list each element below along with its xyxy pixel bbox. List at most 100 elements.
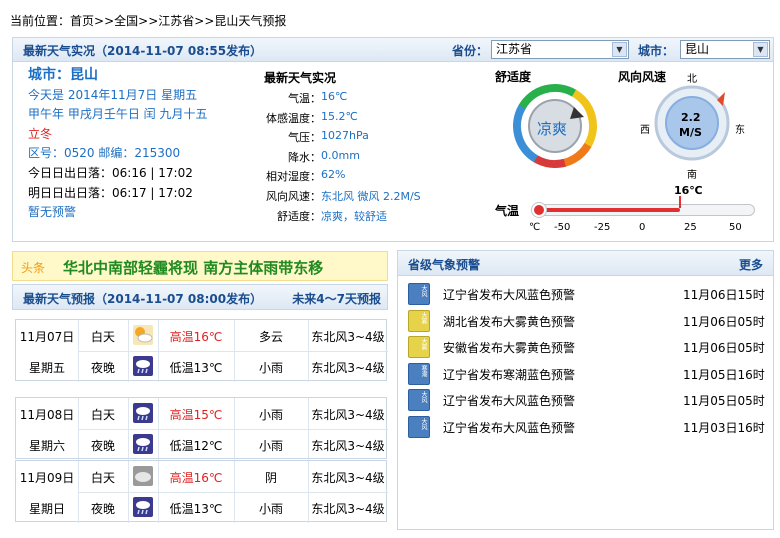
warning-icon-text: 大风 <box>420 285 427 297</box>
tomorrow-sunrise-sunset: 明日日出日落：06:17 | 17:02 <box>28 185 193 200</box>
obs-row: 气温： 16℃ <box>253 90 473 108</box>
warnings-panel: 省级气象预警 更多 大风 辽宁省发布大风蓝色预警 11月06日15时 大雾 湖北省发布大… <box>397 250 774 530</box>
warning-link[interactable]: 辽宁省发布寒潮蓝色预警 <box>443 366 575 383</box>
obs-row: 相对湿度： 62% <box>253 168 473 186</box>
forecast-period: 夜晚 <box>90 361 115 375</box>
rain-cloud-icon <box>133 403 153 423</box>
warning-item[interactable]: 大风 辽宁省发布大风蓝色预警 11月05日05时 <box>398 387 773 413</box>
sun-cloud-icon <box>133 325 153 345</box>
forecast-temp: 低温12℃ <box>169 439 223 453</box>
forecast-weekday: 星期五 <box>28 361 65 375</box>
forecast-temp: 高温16℃ <box>169 471 223 485</box>
forecast-more-link[interactable]: 未来4～7天预报 <box>292 290 381 307</box>
live-weather-panel: 最新天气实况（2014-11-07 08:55发布） 省份： 江苏省 ▼ 城市：… <box>12 37 774 242</box>
row-divider <box>78 429 388 430</box>
warnings-more-link[interactable]: 更多 <box>739 256 763 273</box>
warning-link[interactable]: 安徽省发布大雾黄色预警 <box>443 339 575 356</box>
forecast-date: 11月07日 <box>19 330 75 344</box>
chevron-down-icon: ▼ <box>612 42 627 57</box>
forecast-period: 白天 <box>90 471 115 485</box>
warning-icon-text: 寒潮 <box>420 364 427 377</box>
comfort-value: 凉爽 <box>537 120 568 138</box>
temperature-tick-label: -25 <box>594 222 611 233</box>
overcast-cloud-icon <box>133 466 153 486</box>
alert-status: 暂无预警 <box>28 205 77 220</box>
city-select[interactable]: 昆山 ▼ <box>680 40 770 59</box>
warning-item[interactable]: 大风 辽宁省发布大风蓝色预警 11月03日16时 <box>398 414 773 440</box>
warning-icon-text: 大雾 <box>420 311 427 324</box>
city-label: 城市： <box>638 44 675 58</box>
forecast-day: 11月09日 白天 高温16℃ 阴东北风3~4级 星期日 夜晚 低温13℃ 小雨 东北风3~4级 <box>15 460 388 523</box>
warning-icon-text: 大风 <box>420 391 427 403</box>
forecast-title: 最新天气预报（2014-11-07 08:00发布） <box>23 292 263 306</box>
breadcrumb-country-link[interactable]: 全国 <box>114 14 138 28</box>
obs-key: 体感温度： <box>266 111 321 125</box>
news-headline-link[interactable]: 华北中南部轻霾将现 南方主体雨带东移 <box>63 257 323 278</box>
forecast-wind: 东北风3~4级 <box>311 408 385 422</box>
obs-row: 体感温度： 15.2℃ <box>253 110 473 128</box>
cold-blue-icon: 寒潮 <box>408 362 430 385</box>
rain-cloud-icon <box>133 434 153 454</box>
obs-row: 风向风速： 东北风 微风 2.2M/S <box>253 188 473 206</box>
forecast-temp: 高温16℃ <box>169 330 223 344</box>
breadcrumb-home-link[interactable]: 首页 <box>70 14 94 28</box>
compass-south-label: 南 <box>687 170 697 181</box>
warning-link[interactable]: 湖北省发布大雾黄色预警 <box>443 313 575 330</box>
obs-key: 相对湿度： <box>266 170 321 184</box>
city-select-value: 昆山 <box>685 42 710 56</box>
breadcrumb-separator: >> <box>94 14 115 28</box>
obs-key: 降水： <box>288 150 321 164</box>
wind-speed-unit: M/S <box>679 126 702 139</box>
temp-label: 气温 <box>495 204 520 218</box>
warning-item[interactable]: 寒潮 辽宁省发布寒潮蓝色预警 11月05日16时 <box>398 361 773 387</box>
warning-item[interactable]: 大风 辽宁省发布大风蓝色预警 11月06日15时 <box>398 281 773 307</box>
lunar-line: 甲午年 甲戌月壬午日 闰 九月十五 <box>28 105 258 125</box>
temperature-ticks: ℃ -50 -25 0 25 50 <box>529 222 761 236</box>
obs-key: 舒适度： <box>277 209 321 223</box>
breadcrumb: 当前位置：首页>>全国>>江苏省>>昆山天气预报 <box>10 12 286 29</box>
gale-blue-icon: 大风 <box>408 283 430 305</box>
today-sunrise-sunset: 今日日出日落：06:16 | 17:02 <box>28 165 193 180</box>
obs-key: 气温： <box>288 92 321 105</box>
warning-time: 11月06日05时 <box>683 341 765 355</box>
rain-cloud-icon <box>133 356 153 376</box>
date-line: 今天是 2014年11月7日 星期五 <box>28 87 198 102</box>
obs-list: 气温： 16℃ 体感温度： 15.2℃ 气压： 1027hPa 降水： 0.0mm 相对湿度： 6… <box>253 90 473 230</box>
warning-time: 11月05日16时 <box>683 367 765 382</box>
forecast-temp: 低温13℃ <box>169 361 223 375</box>
rain-cloud-icon <box>133 497 153 517</box>
warning-item[interactable]: 大雾 安徽省发布大雾黄色预警 11月06日05时 <box>398 334 773 360</box>
temperature-tick-label: 25 <box>684 222 697 233</box>
temperature-bar <box>532 203 755 217</box>
row-divider <box>78 351 388 352</box>
gale-blue-icon: 大风 <box>408 415 430 438</box>
temperature-tick-label: ℃ <box>529 222 541 233</box>
warning-link[interactable]: 辽宁省发布大风蓝色预警 <box>443 286 575 303</box>
obs-row: 降水： 0.0mm <box>253 149 473 167</box>
breadcrumb-separator: >> <box>138 14 159 28</box>
forecast-weekday: 星期日 <box>28 502 65 516</box>
city-info: 城市：昆山 今天是 2014年11月7日 星期五 甲午年 甲戌月壬午日 闰 九月… <box>28 66 258 223</box>
warning-link[interactable]: 辽宁省发布大风蓝色预警 <box>443 392 575 409</box>
obs-row: 舒适度： 凉爽，较舒适 <box>253 208 473 226</box>
forecast-wind: 东北风3~4级 <box>311 439 385 453</box>
row-divider <box>78 492 388 493</box>
province-select[interactable]: 江苏省 ▼ <box>491 40 629 59</box>
obs-row: 气压： 1027hPa <box>253 129 473 147</box>
warning-time: 11月06日05时 <box>683 314 765 329</box>
warning-link[interactable]: 辽宁省发布大风蓝色预警 <box>443 419 575 436</box>
warning-time: 11月05日05时 <box>683 394 765 408</box>
compass-north-label: 北 <box>687 74 697 85</box>
live-header-bar: 最新天气实况（2014-11-07 08:55发布） 省份： 江苏省 ▼ 城市：… <box>13 38 773 62</box>
warning-item[interactable]: 大雾 湖北省发布大雾黄色预警 11月06日05时 <box>398 308 773 334</box>
forecast-period: 夜晚 <box>90 502 115 516</box>
warnings-header: 省级气象预警 更多 <box>398 251 773 276</box>
obs-value: 1027hPa <box>321 129 369 143</box>
solar-term: 立冬 <box>28 126 53 141</box>
postal-line: 区号：0520 邮编：215300 <box>28 146 181 161</box>
obs-value: 东北风 微风 2.2M/S <box>321 190 421 203</box>
temperature-bulb <box>532 203 546 217</box>
lunar-prefix: 甲午年 甲戌月壬午日 闰 <box>28 107 156 122</box>
breadcrumb-province-link[interactable]: 江苏省 <box>158 14 194 28</box>
forecast-weather: 小雨 <box>258 361 283 375</box>
